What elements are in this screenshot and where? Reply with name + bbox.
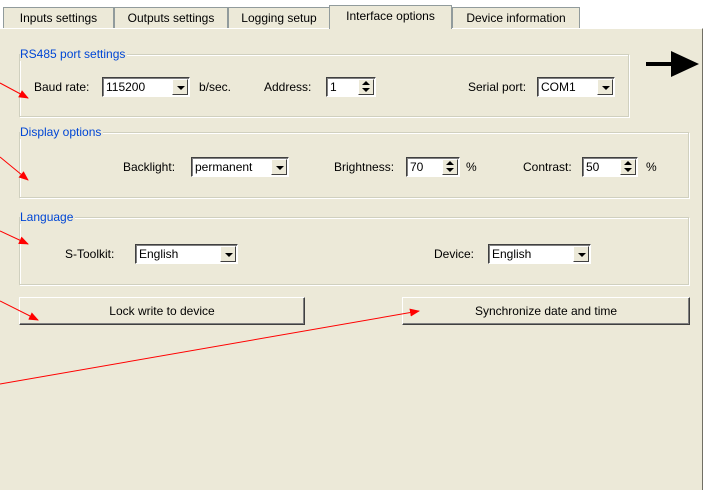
- baud-rate-value: 115200: [106, 80, 146, 94]
- tab-outputs-settings[interactable]: Outputs settings: [114, 7, 228, 28]
- language-group-title: Language: [20, 210, 76, 224]
- lock-write-button[interactable]: Lock write to device: [19, 297, 305, 325]
- s-toolkit-language-value: English: [139, 247, 179, 261]
- baud-rate-select[interactable]: 115200: [102, 77, 190, 97]
- tab-logging-setup[interactable]: Logging setup: [228, 7, 330, 28]
- device-language-value: English: [492, 247, 532, 261]
- baud-rate-unit: b/sec.: [199, 80, 232, 94]
- tab-device-information[interactable]: Device information: [452, 7, 580, 28]
- serial-port-label: Serial port:: [468, 80, 527, 94]
- chevron-down-icon[interactable]: [573, 246, 589, 262]
- display-group-title: Display options: [20, 125, 104, 139]
- contrast-unit: %: [646, 160, 657, 174]
- chevron-down-icon[interactable]: [597, 79, 613, 95]
- brightness-label: Brightness:: [334, 160, 395, 174]
- baud-rate-label: Baud rate:: [34, 80, 90, 94]
- tab-inputs-settings[interactable]: Inputs settings: [3, 7, 114, 28]
- address-stepper[interactable]: 1: [326, 77, 376, 97]
- spin-arrows-icon[interactable]: [442, 159, 458, 175]
- synchronize-date-time-button[interactable]: Synchronize date and time: [402, 297, 690, 325]
- brightness-stepper[interactable]: 70: [406, 157, 460, 177]
- tab-interface-options[interactable]: Interface options: [329, 5, 452, 29]
- chevron-down-icon[interactable]: [172, 79, 188, 95]
- serial-port-select[interactable]: COM1: [537, 77, 615, 97]
- chevron-down-icon[interactable]: [271, 159, 287, 175]
- backlight-value: permanent: [195, 160, 253, 174]
- backlight-label: Backlight:: [123, 160, 176, 174]
- device-language-select[interactable]: English: [488, 244, 591, 264]
- backlight-select[interactable]: permanent: [191, 157, 289, 177]
- brightness-unit: %: [466, 160, 477, 174]
- contrast-value: 50: [586, 160, 600, 174]
- contrast-stepper[interactable]: 50: [582, 157, 638, 177]
- language-group: Language S-Toolkit: English Device: Engl…: [19, 210, 689, 285]
- address-value: 1: [330, 80, 337, 94]
- contrast-label: Contrast:: [523, 160, 572, 174]
- s-toolkit-language-select[interactable]: English: [135, 244, 238, 264]
- chevron-down-icon[interactable]: [220, 246, 236, 262]
- brightness-value: 70: [410, 160, 424, 174]
- rs485-group-title: RS485 port settings: [20, 47, 128, 61]
- spin-arrows-icon[interactable]: [620, 159, 636, 175]
- tab-panel: RS485 port settings Baud rate: 115200 b/…: [0, 28, 703, 490]
- rs485-group: RS485 port settings Baud rate: 115200 b/…: [19, 47, 629, 117]
- spin-arrows-icon[interactable]: [358, 79, 374, 95]
- address-label: Address:: [264, 80, 312, 94]
- display-group: Display options Backlight: permanent Bri…: [19, 125, 689, 198]
- s-toolkit-label: S-Toolkit:: [65, 247, 115, 261]
- device-language-label: Device:: [434, 247, 475, 261]
- serial-port-value: COM1: [541, 80, 576, 94]
